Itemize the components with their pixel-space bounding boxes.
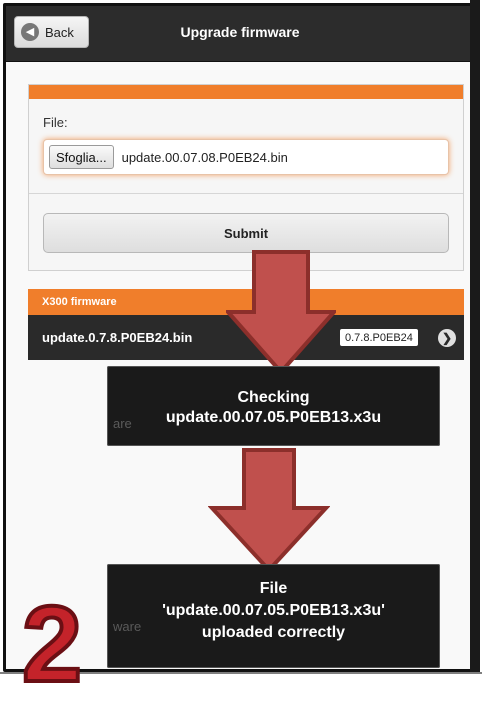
card-accent-bar <box>29 85 463 99</box>
toast-line-3: uploaded correctly <box>201 624 346 641</box>
version-badge: 0.7.8.P0EB24 <box>340 329 418 346</box>
divider <box>29 193 463 194</box>
step-number-annotation: 2 <box>20 583 84 704</box>
toast-line-2: 'update.00.07.05.P0EB13.x3u' <box>162 602 385 619</box>
frame-right-edge <box>470 0 480 673</box>
background-text: ware <box>113 619 142 634</box>
app-header: ◀ Back Upgrade firmware <box>6 6 474 62</box>
firmware-file-name: update.0.7.8.P0EB24.bin <box>42 330 193 345</box>
down-arrow-icon <box>226 250 336 375</box>
toast-line-1: Checking <box>237 389 310 406</box>
page-title: Upgrade firmware <box>180 24 300 40</box>
file-input[interactable]: Sfoglia... update.00.07.08.P0EB24.bin <box>43 139 449 175</box>
submit-button[interactable]: Submit <box>43 213 449 253</box>
file-label: File: <box>43 115 68 130</box>
background-text: are <box>113 416 132 431</box>
upload-form-card: File: Sfoglia... update.00.07.08.P0EB24.… <box>28 84 464 271</box>
checking-toast: are Checking update.00.07.05.P0EB13.x3u <box>107 366 440 446</box>
browse-button[interactable]: Sfoglia... <box>49 145 114 169</box>
down-arrow-icon <box>208 448 330 573</box>
toast-line-1: File <box>259 580 288 597</box>
chevron-right-icon: ❯ <box>438 329 456 347</box>
selected-file-name: update.00.07.08.P0EB24.bin <box>121 149 288 165</box>
toast-line-2: update.00.07.05.P0EB13.x3u <box>165 409 382 426</box>
upload-success-toast: ware File 'update.00.07.05.P0EB13.x3u' u… <box>107 564 440 668</box>
